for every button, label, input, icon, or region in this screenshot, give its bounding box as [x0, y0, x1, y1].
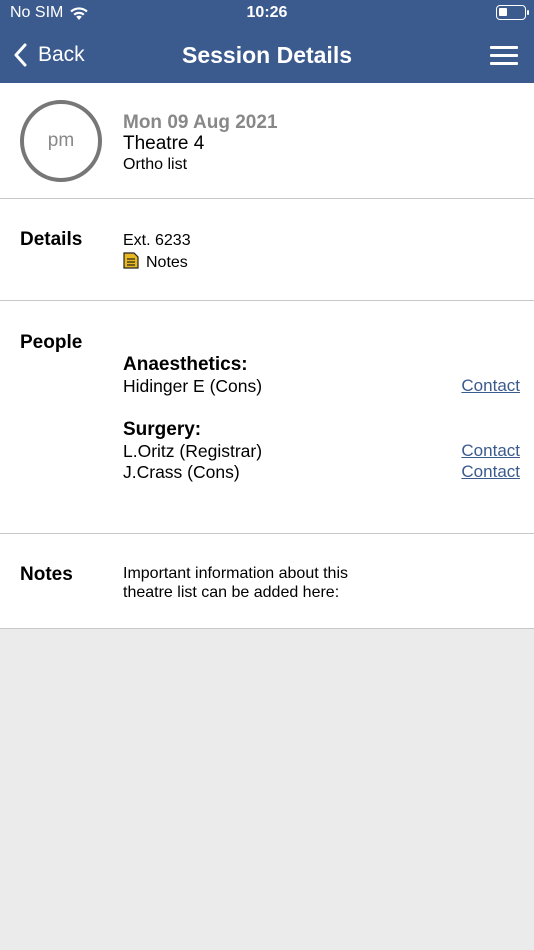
notes-text-line: Important information about this [123, 565, 349, 582]
session-period-badge: pm [20, 100, 102, 182]
divider [0, 628, 534, 629]
group-heading-surgery: Surgery: [123, 419, 202, 440]
contact-link[interactable]: Contact [461, 376, 520, 396]
person-name: L.Oritz (Registrar) [123, 441, 263, 461]
document-icon [123, 252, 139, 269]
divider [0, 300, 534, 301]
status-time: 10:26 [246, 4, 288, 21]
notes-text-line: theatre list can be added here: [123, 584, 340, 601]
notes-label: Notes [20, 564, 73, 585]
person-name: J.Crass (Cons) [123, 462, 240, 482]
session-period: pm [47, 130, 75, 151]
session-date: Mon 09 Aug 2021 [123, 112, 278, 133]
battery-icon [496, 5, 529, 20]
details-label: Details [20, 229, 83, 250]
divider [0, 198, 534, 199]
contact-link[interactable]: Contact [461, 462, 520, 482]
back-label: Back [38, 43, 85, 66]
session-list-name: Ortho list [123, 156, 188, 173]
back-button[interactable]: Back [14, 40, 85, 70]
people-label: People [20, 332, 83, 353]
person-name: Hidinger E (Cons) [123, 376, 263, 396]
extension: Ext. 6233 [123, 232, 191, 249]
divider [0, 533, 534, 534]
notes-link[interactable]: Notes [146, 254, 188, 272]
session-theatre: Theatre 4 [123, 133, 205, 154]
chevron-left-icon [14, 43, 27, 67]
hamburger-menu-icon[interactable] [490, 46, 518, 66]
contact-link[interactable]: Contact [461, 441, 520, 461]
group-heading-anaesthetics: Anaesthetics: [123, 354, 248, 375]
top-bar: No SIM 10:26 Back Session Details [0, 0, 534, 83]
